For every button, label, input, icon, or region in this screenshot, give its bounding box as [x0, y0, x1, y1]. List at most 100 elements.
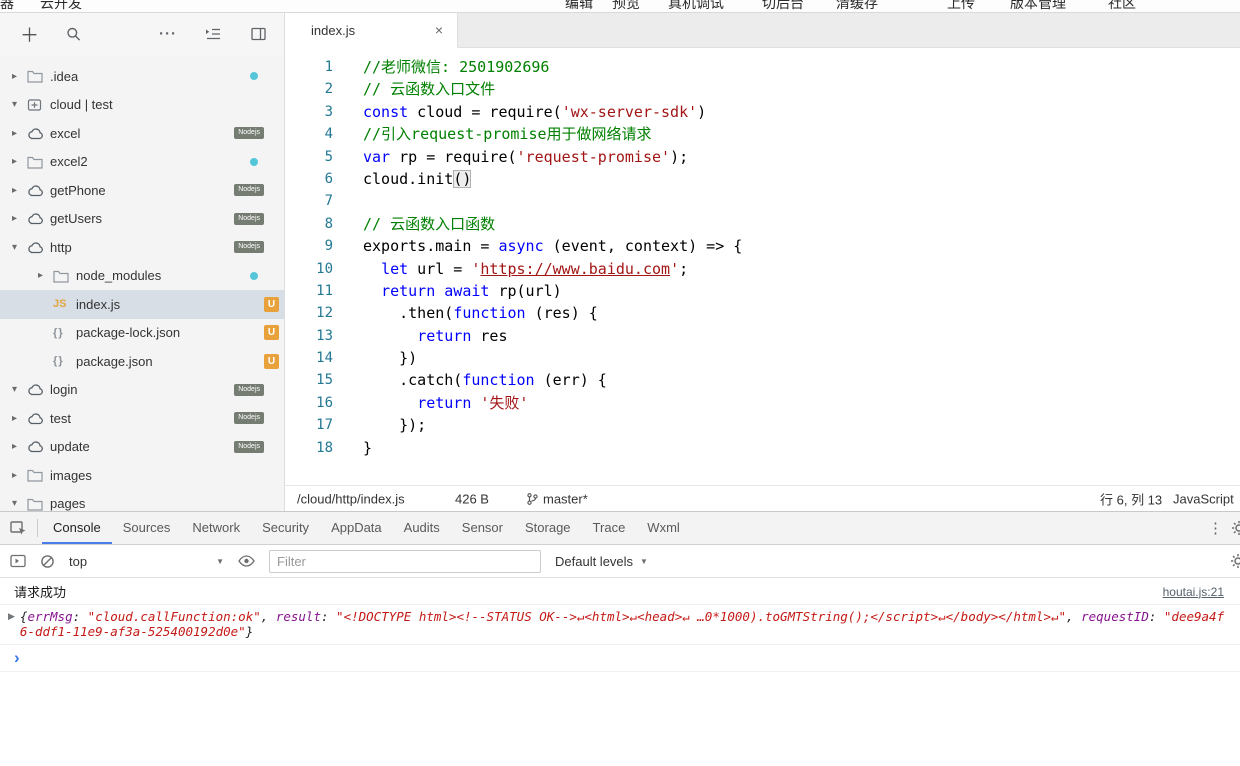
chevron-down-icon[interactable]: ▾: [12, 498, 27, 509]
add-file-icon[interactable]: ＋: [20, 21, 39, 48]
devtools-tab-security[interactable]: Security: [251, 512, 320, 544]
code-line[interactable]: 4 //引入request-promise用于做网络请求: [285, 123, 1240, 145]
filter-input[interactable]: [269, 549, 541, 573]
tree-item-cloud-test[interactable]: ▾ cloud | test: [0, 91, 284, 120]
console-message-text: 请求成功: [14, 585, 67, 600]
devtools-tab-trace[interactable]: Trace: [582, 512, 637, 544]
line-number: 2: [324, 81, 333, 98]
split-editor-icon[interactable]: [251, 27, 266, 41]
code-line[interactable]: 10 let url = 'https://www.baidu.com';: [285, 258, 1240, 280]
code-line[interactable]: 16 return '失败': [285, 392, 1240, 414]
code-line[interactable]: 11 return await rp(url): [285, 280, 1240, 302]
menubar-item[interactable]: 编辑: [565, 0, 593, 12]
devtools-tab-console[interactable]: Console: [42, 512, 112, 544]
devtools-tab-sources[interactable]: Sources: [112, 512, 182, 544]
tree-item-getusers[interactable]: ▸ getUsers Nodejs: [0, 205, 284, 234]
menubar-item[interactable]: 云开发: [40, 0, 82, 12]
collapse-all-icon[interactable]: [205, 27, 221, 41]
tree-item-update[interactable]: ▸ update Nodejs: [0, 433, 284, 462]
tree-item-login[interactable]: ▾ login Nodejs: [0, 376, 284, 405]
menubar-item[interactable]: 版本管理: [1010, 0, 1066, 12]
log-level-selector[interactable]: Default levels ▼: [555, 554, 648, 569]
devtools-tab-sensor[interactable]: Sensor: [451, 512, 514, 544]
tree-item-idea[interactable]: ▸ .idea: [0, 62, 284, 91]
code-line[interactable]: 2 // 云函数入口文件: [285, 78, 1240, 100]
code-line[interactable]: 8 // 云函数入口函数: [285, 213, 1240, 235]
more-vertical-icon[interactable]: ⋮: [1200, 519, 1231, 537]
code-line[interactable]: 18}: [285, 437, 1240, 459]
devtools-tab-audits[interactable]: Audits: [393, 512, 451, 544]
code-line[interactable]: 15 .catch(function (err) {: [285, 369, 1240, 391]
code-text: cloud.init(): [363, 169, 472, 188]
menubar-item[interactable]: 预览: [612, 0, 640, 12]
devtools-tab-wxml[interactable]: Wxml: [636, 512, 691, 544]
code-line[interactable]: 7: [285, 190, 1240, 212]
chevron-down-icon[interactable]: ▾: [12, 99, 27, 110]
tree-item-excel[interactable]: ▸ excel Nodejs: [0, 119, 284, 148]
console-settings-icon[interactable]: [1230, 553, 1240, 574]
inspect-element-icon[interactable]: [10, 520, 27, 536]
code-text: exports.main = async (event, context) =>…: [363, 237, 743, 256]
language-mode[interactable]: JavaScript: [1173, 491, 1234, 506]
menubar-item[interactable]: 真机调试: [668, 0, 724, 12]
chevron-right-icon[interactable]: ▸: [38, 270, 53, 281]
code-line[interactable]: 6 cloud.init(): [285, 168, 1240, 190]
line-number: 8: [324, 215, 333, 232]
code-line[interactable]: 9 exports.main = async (event, context) =…: [285, 235, 1240, 257]
tree-item-node-modules[interactable]: ▸ node_modules: [0, 262, 284, 291]
source-link[interactable]: houtai.js:21: [1163, 585, 1224, 599]
code-line[interactable]: 12 .then(function (res) {: [285, 302, 1240, 324]
chevron-down-icon: ▼: [640, 556, 648, 566]
console-object-preview[interactable]: {errMsg: "cloud.callFunction:ok", result…: [20, 609, 1226, 639]
live-expression-eye-icon[interactable]: [238, 555, 255, 567]
console-input[interactable]: [20, 651, 1226, 665]
tab-index-js[interactable]: index.js ×: [285, 13, 458, 48]
search-icon[interactable]: [66, 27, 81, 42]
devtools-settings-icon[interactable]: [1231, 520, 1240, 536]
devtools-tab-storage[interactable]: Storage: [514, 512, 582, 544]
more-actions-icon[interactable]: ···: [159, 26, 177, 43]
git-branch[interactable]: master*: [527, 491, 588, 506]
tree-item-images[interactable]: ▸ images: [0, 461, 284, 490]
chevron-right-icon[interactable]: ▸: [12, 128, 27, 139]
menubar-item[interactable]: 上传: [947, 0, 975, 12]
devtools-tab-appdata[interactable]: AppData: [320, 512, 393, 544]
chevron-right-icon[interactable]: ▸: [12, 185, 27, 196]
menubar-item[interactable]: 社区: [1108, 0, 1136, 12]
chevron-right-icon[interactable]: ▸: [12, 213, 27, 224]
tree-item-getphone[interactable]: ▸ getPhone Nodejs: [0, 176, 284, 205]
tree-item-excel2[interactable]: ▸ excel2: [0, 148, 284, 177]
chevron-right-icon[interactable]: ▸: [12, 413, 27, 424]
cursor-position[interactable]: 行 6, 列 13: [1100, 489, 1162, 508]
code-line[interactable]: 1 //老师微信: 2501902696: [285, 56, 1240, 78]
tree-item-test[interactable]: ▸ test Nodejs: [0, 404, 284, 433]
chevron-down-icon[interactable]: ▾: [12, 384, 27, 395]
code-line[interactable]: 13 return res: [285, 325, 1240, 347]
chevron-right-icon[interactable]: ▸: [12, 156, 27, 167]
chevron-right-icon[interactable]: ▸: [12, 470, 27, 481]
tree-item-package-json[interactable]: { } package.json U: [0, 347, 284, 376]
context-selector[interactable]: top ▼: [69, 554, 224, 569]
code-text: //老师微信: 2501902696: [363, 58, 550, 76]
chevron-down-icon[interactable]: ▾: [12, 242, 27, 253]
code-line[interactable]: 5 var rp = require('request-promise');: [285, 146, 1240, 168]
menubar-item[interactable]: 器: [0, 0, 14, 12]
expand-triangle-icon[interactable]: ▶: [8, 611, 15, 639]
code-line[interactable]: 3 const cloud = require('wx-server-sdk'): [285, 101, 1240, 123]
close-icon[interactable]: ×: [435, 22, 443, 38]
tree-item-package-lock-json[interactable]: { } package-lock.json U: [0, 319, 284, 348]
tree-item-http[interactable]: ▾ http Nodejs: [0, 233, 284, 262]
clear-console-icon[interactable]: [40, 554, 55, 569]
code-area[interactable]: 1 //老师微信: 2501902696 2 // 云函数入口文件 3 const clo…: [285, 48, 1240, 485]
chevron-right-icon[interactable]: ▸: [12, 441, 27, 452]
tree-item-index-js[interactable]: JS index.js U: [0, 290, 284, 319]
devtools-tab-network[interactable]: Network: [181, 512, 251, 544]
menubar-item[interactable]: 切后台: [762, 0, 804, 12]
tree-item-label: excel: [50, 125, 81, 141]
console-sidebar-icon[interactable]: [10, 554, 26, 568]
tree-item-pages[interactable]: ▾ pages: [0, 490, 284, 511]
menubar-item[interactable]: 清缓存: [836, 0, 878, 12]
chevron-right-icon[interactable]: ▸: [12, 71, 27, 82]
code-line[interactable]: 14 }): [285, 347, 1240, 369]
code-line[interactable]: 17 });: [285, 414, 1240, 436]
